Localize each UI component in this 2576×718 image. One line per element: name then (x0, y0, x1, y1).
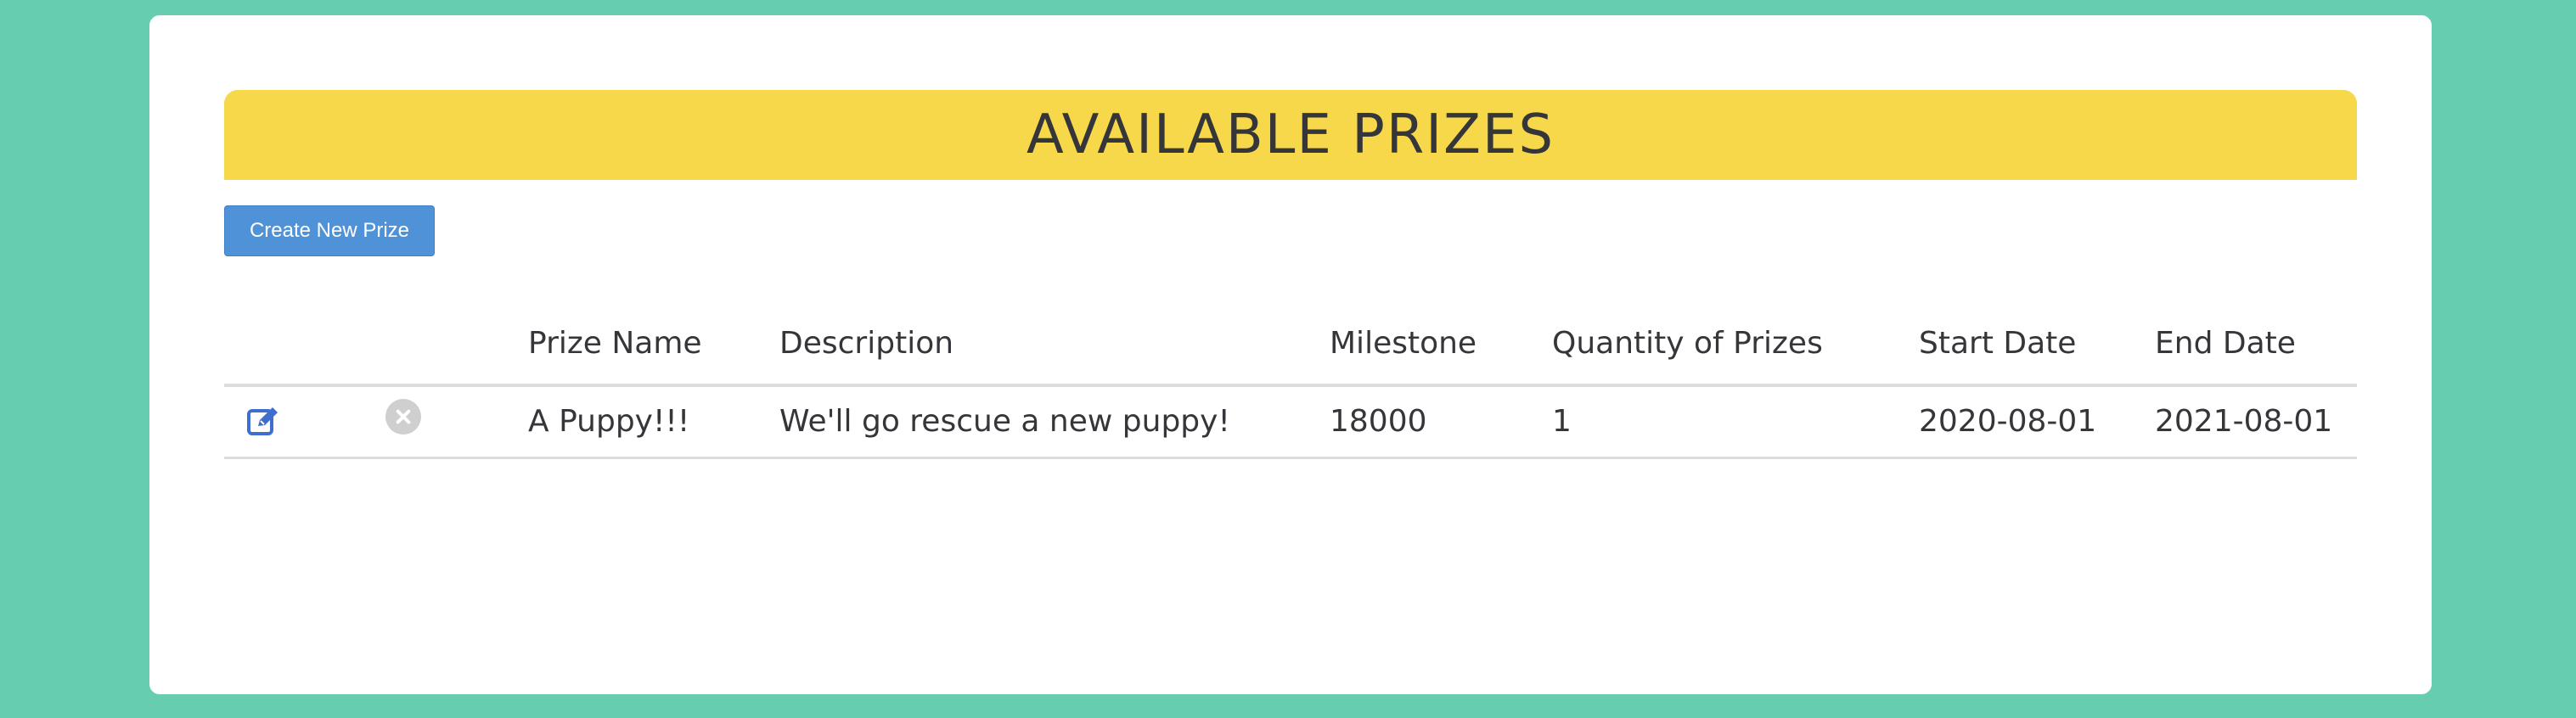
page-title: AVAILABLE PRIZES (1026, 104, 1555, 166)
create-new-prize-button[interactable]: Create New Prize (224, 205, 435, 256)
cell-start-date: 2020-08-01 (1919, 404, 2097, 439)
header-quantity: Quantity of Prizes (1552, 326, 1823, 361)
edit-icon[interactable] (246, 404, 280, 438)
cell-quantity: 1 (1552, 404, 1572, 439)
table-header: Prize Name Description Milestone Quantit… (224, 300, 2357, 387)
cell-prize-name: A Puppy!!! (528, 404, 690, 439)
cell-end-date: 2021-08-01 (2155, 404, 2333, 439)
cell-milestone: 18000 (1330, 404, 1427, 439)
page-banner: AVAILABLE PRIZES (224, 90, 2357, 180)
header-end-date: End Date (2155, 326, 2296, 361)
header-milestone: Milestone (1330, 326, 1477, 361)
delete-icon[interactable] (385, 399, 421, 435)
prizes-table: Prize Name Description Milestone Quantit… (224, 300, 2357, 459)
header-start-date: Start Date (1919, 326, 2077, 361)
header-description: Description (779, 326, 954, 361)
table-row: A Puppy!!! We'll go rescue a new puppy! … (224, 387, 2357, 459)
cell-description: We'll go rescue a new puppy! (779, 404, 1230, 439)
header-prize-name: Prize Name (528, 326, 702, 361)
content-card: AVAILABLE PRIZES Create New Prize Prize … (149, 15, 2432, 694)
